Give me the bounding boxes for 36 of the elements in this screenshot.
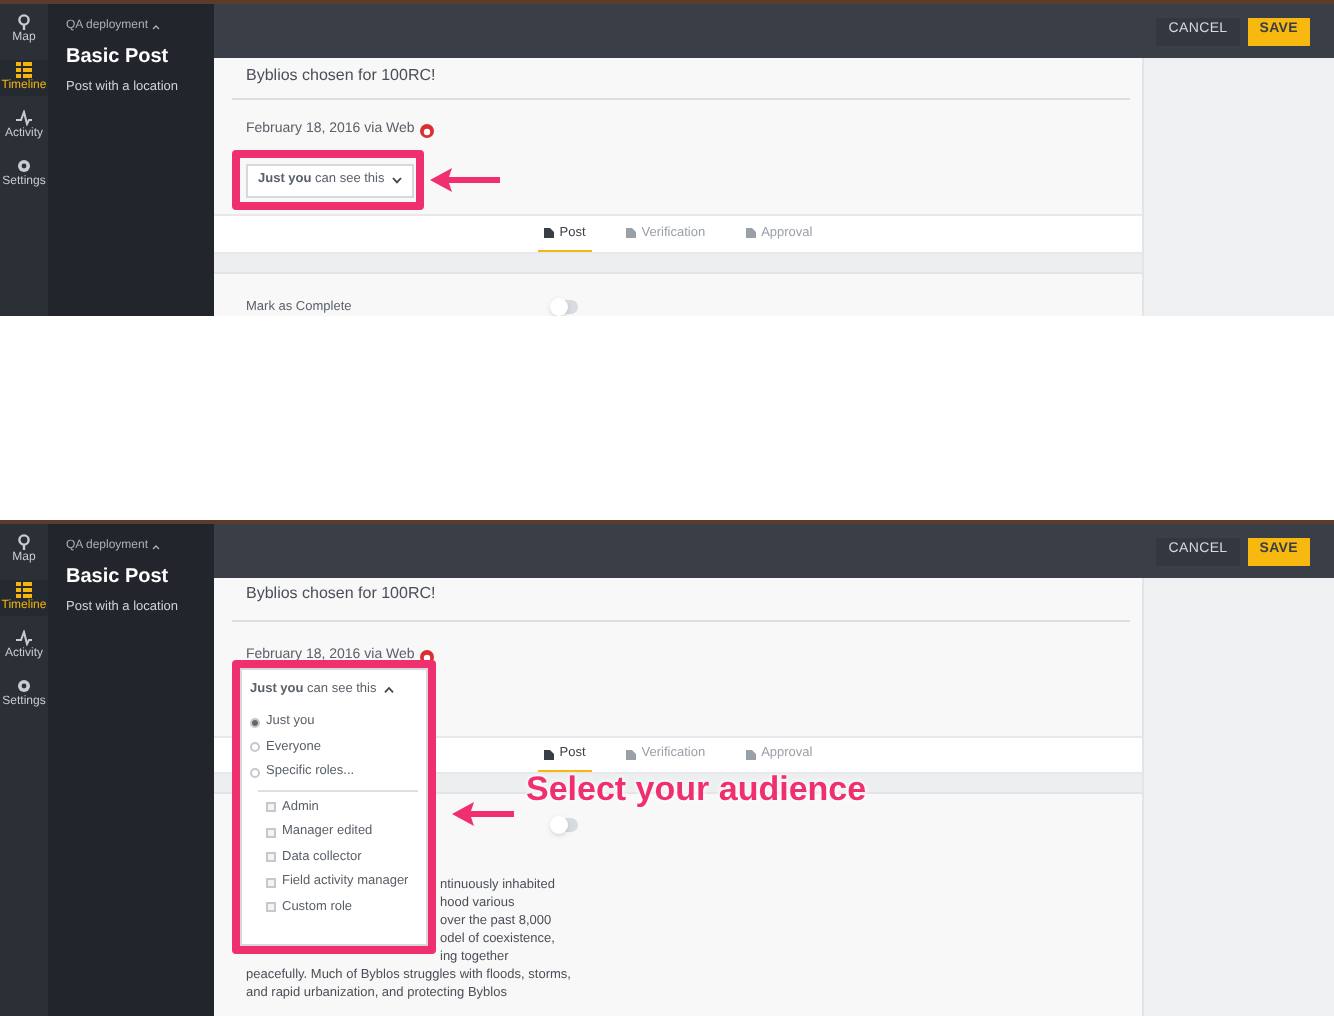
post-type-title: Basic Post <box>66 44 171 72</box>
radio-button[interactable] <box>250 717 260 728</box>
gear-icon <box>16 158 32 174</box>
document-icon <box>745 228 756 238</box>
chevron-icon <box>384 686 395 694</box>
pin-icon <box>16 534 32 550</box>
list-icon <box>16 582 32 598</box>
post-title: Byblios chosen for 100RC! <box>246 584 438 604</box>
post-title: Byblios chosen for 100RC! <box>246 66 438 86</box>
annotation-text: Select your audience <box>526 770 867 810</box>
pulse-icon <box>16 110 32 126</box>
document-icon <box>543 749 554 759</box>
radio-button[interactable] <box>250 742 260 753</box>
post-type-title: Basic Post <box>66 564 171 592</box>
pointer-arrow <box>430 168 502 192</box>
toggle-switch[interactable] <box>552 818 578 832</box>
chevron-icon <box>392 176 403 184</box>
pin-icon <box>16 14 32 30</box>
document-icon <box>543 228 554 238</box>
pulse-icon <box>16 630 32 646</box>
list-icon <box>16 62 32 78</box>
caret-icon <box>152 544 161 550</box>
caret-icon <box>152 24 161 30</box>
toggle-switch[interactable] <box>552 300 578 315</box>
radio-button[interactable] <box>250 767 260 778</box>
document-icon <box>625 749 636 759</box>
document-icon <box>745 749 756 759</box>
checkbox[interactable] <box>266 902 276 913</box>
checkbox[interactable] <box>266 877 276 888</box>
checkbox[interactable] <box>266 827 276 838</box>
avatar-icon <box>420 123 435 137</box>
checkbox[interactable] <box>266 802 276 813</box>
document-icon <box>625 228 636 238</box>
pointer-arrow <box>452 802 516 826</box>
checkbox[interactable] <box>266 852 276 863</box>
gear-icon <box>16 678 32 694</box>
